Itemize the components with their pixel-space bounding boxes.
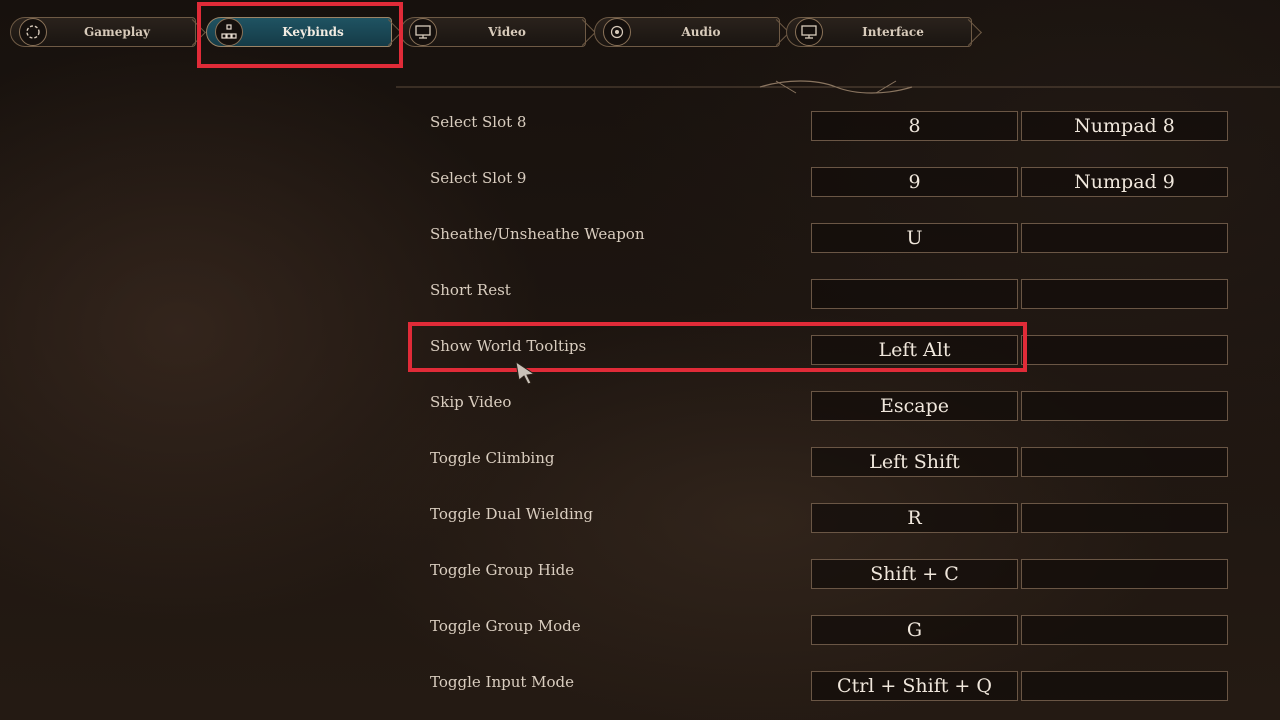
tab-gameplay[interactable]: Gameplay bbox=[10, 17, 196, 47]
keybind-action-label: Toggle Climbing bbox=[430, 449, 555, 467]
secondary-key-binding[interactable] bbox=[1021, 223, 1228, 253]
keybind-row: Select Slot 8 8 Numpad 8 bbox=[0, 97, 1280, 153]
keybind-row: Toggle Climbing Left Shift bbox=[0, 433, 1280, 489]
tab-interface-label: Interface bbox=[862, 25, 924, 39]
primary-key-binding[interactable]: R bbox=[811, 503, 1018, 533]
tab-gameplay-label: Gameplay bbox=[83, 25, 151, 39]
secondary-key-binding[interactable] bbox=[1021, 615, 1228, 645]
keybind-row: Toggle Group Hide Shift + C bbox=[0, 545, 1280, 601]
primary-key-binding[interactable]: U bbox=[811, 223, 1018, 253]
secondary-key-binding[interactable]: Numpad 9 bbox=[1021, 167, 1228, 197]
keybind-action-label: Toggle Group Mode bbox=[430, 617, 581, 635]
secondary-key-binding[interactable] bbox=[1021, 559, 1228, 589]
gameplay-gear-icon bbox=[19, 18, 47, 46]
keybind-action-label: Skip Video bbox=[430, 393, 512, 411]
secondary-key-binding[interactable] bbox=[1021, 335, 1228, 365]
primary-key-binding[interactable]: 9 bbox=[811, 167, 1018, 197]
keybind-row: Select Slot 9 9 Numpad 9 bbox=[0, 153, 1280, 209]
primary-key-binding[interactable]: 8 bbox=[811, 111, 1018, 141]
primary-key-binding[interactable]: G bbox=[811, 615, 1018, 645]
secondary-key-binding[interactable] bbox=[1021, 503, 1228, 533]
tab-video-label: Video bbox=[488, 25, 526, 39]
mouse-cursor-icon bbox=[515, 360, 536, 385]
keybind-action-label: Toggle Group Hide bbox=[430, 561, 575, 579]
secondary-key-binding[interactable] bbox=[1021, 671, 1228, 701]
speaker-icon bbox=[603, 18, 631, 46]
keybind-row: Toggle Input Mode Ctrl + Shift + Q bbox=[0, 657, 1280, 713]
keybind-row: Short Rest bbox=[0, 265, 1280, 321]
tab-audio-label: Audio bbox=[681, 25, 721, 39]
keybind-action-label: Toggle Input Mode bbox=[430, 673, 575, 691]
monitor-icon bbox=[795, 18, 823, 46]
keybind-row: Toggle Group Mode G bbox=[0, 601, 1280, 657]
keybind-action-label: Toggle Dual Wielding bbox=[430, 505, 594, 523]
secondary-key-binding[interactable]: Numpad 8 bbox=[1021, 111, 1228, 141]
keybind-row: Sheathe/Unsheathe Weapon U bbox=[0, 209, 1280, 265]
primary-key-binding[interactable]: Shift + C bbox=[811, 559, 1018, 589]
tab-video[interactable]: Video bbox=[400, 17, 586, 47]
primary-key-binding[interactable]: Ctrl + Shift + Q bbox=[811, 671, 1018, 701]
secondary-key-binding[interactable] bbox=[1021, 391, 1228, 421]
keybinds-tab-highlight-box bbox=[197, 2, 403, 68]
primary-key-binding[interactable]: Escape bbox=[811, 391, 1018, 421]
tab-interface[interactable]: Interface bbox=[786, 17, 972, 47]
keybind-action-label: Select Slot 9 bbox=[430, 169, 527, 187]
keybind-action-label: Sheathe/Unsheathe Weapon bbox=[430, 225, 645, 243]
keybind-action-label: Select Slot 8 bbox=[430, 113, 527, 131]
tab-audio[interactable]: Audio bbox=[594, 17, 780, 47]
keybind-row: Toggle Dual Wielding R bbox=[0, 489, 1280, 545]
secondary-key-binding[interactable] bbox=[1021, 447, 1228, 477]
secondary-key-binding[interactable] bbox=[1021, 279, 1228, 309]
ornament-divider bbox=[396, 80, 1280, 94]
monitor-icon bbox=[409, 18, 437, 46]
show-world-tooltips-highlight-box bbox=[408, 322, 1027, 372]
primary-key-binding[interactable] bbox=[811, 279, 1018, 309]
keybind-action-label: Short Rest bbox=[430, 281, 511, 299]
keybind-row: Skip Video Escape bbox=[0, 377, 1280, 433]
primary-key-binding[interactable]: Left Shift bbox=[811, 447, 1018, 477]
